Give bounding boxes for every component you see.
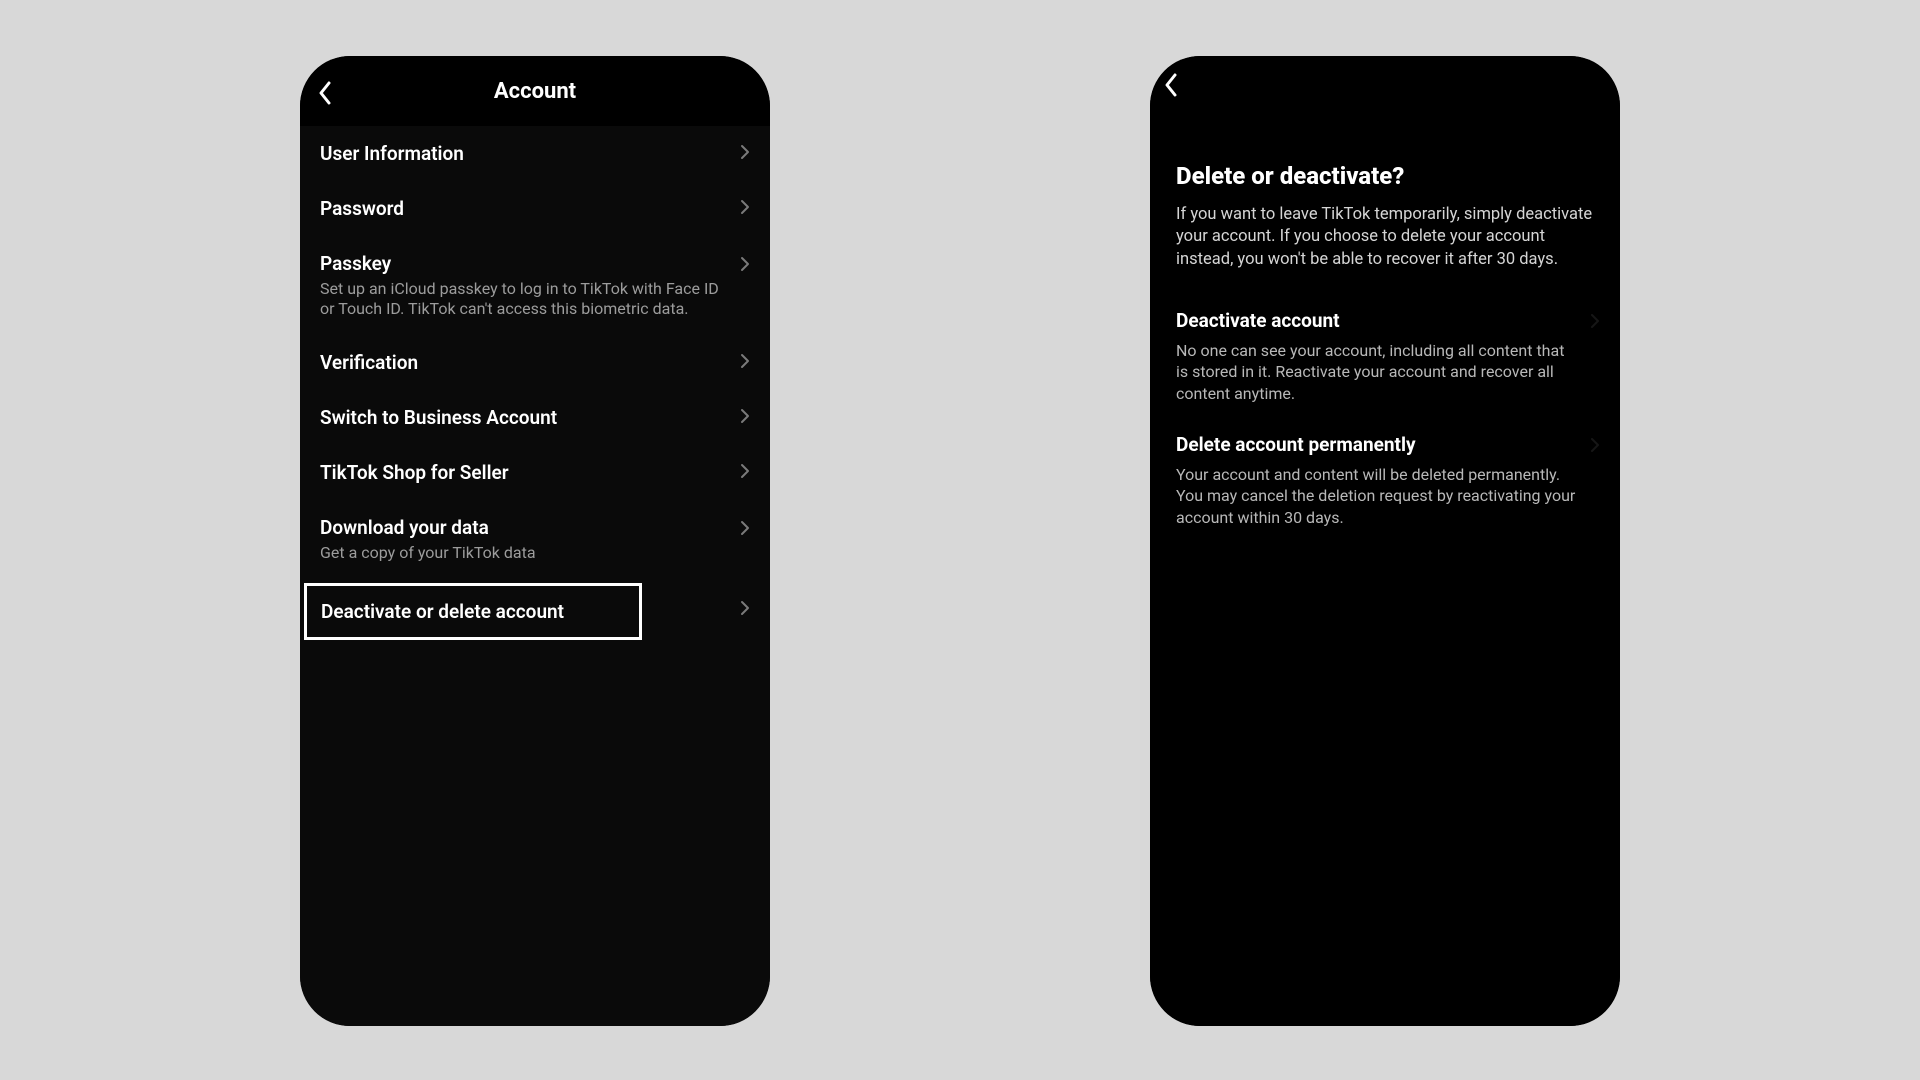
screen-heading: Delete or deactivate?	[1176, 162, 1594, 190]
option-title: Deactivate account	[1176, 309, 1580, 332]
row-label: Download your data	[320, 516, 730, 539]
settings-row-download-data[interactable]: Download your data Get a copy of your Ti…	[300, 500, 770, 579]
row-sublabel: Get a copy of your TikTok data	[320, 543, 730, 563]
row-label: Passkey	[320, 252, 730, 275]
delete-deactivate-screen: Delete or deactivate? If you want to lea…	[1150, 56, 1620, 1026]
row-label: Deactivate or delete account	[321, 600, 625, 623]
intro-text: If you want to leave TikTok temporarily,…	[1176, 204, 1594, 271]
chevron-right-icon	[1590, 313, 1600, 333]
chevron-right-icon	[740, 520, 750, 540]
chevron-right-icon	[740, 256, 750, 276]
option-title: Delete account permanently	[1176, 433, 1580, 456]
chevron-right-icon	[740, 600, 750, 620]
row-label: Switch to Business Account	[320, 406, 730, 429]
content: Delete or deactivate? If you want to lea…	[1150, 106, 1620, 1026]
option-description: Your account and content will be deleted…	[1176, 464, 1580, 529]
row-label: Password	[320, 197, 730, 220]
back-button[interactable]	[310, 78, 340, 108]
chevron-right-icon	[740, 353, 750, 373]
highlight-box: Deactivate or delete account	[304, 583, 642, 640]
option-delete-permanently[interactable]: Delete account permanently Your account …	[1176, 433, 1594, 529]
settings-row-switch-business[interactable]: Switch to Business Account	[300, 390, 770, 445]
settings-row-deactivate-delete[interactable]: Deactivate or delete account	[307, 586, 639, 637]
header: Account	[300, 56, 770, 126]
row-label: Verification	[320, 351, 730, 374]
settings-row-password[interactable]: Password	[300, 181, 770, 236]
option-description: No one can see your account, including a…	[1176, 340, 1580, 405]
settings-row-tiktok-shop[interactable]: TikTok Shop for Seller	[300, 445, 770, 500]
header	[1150, 56, 1620, 106]
row-label: User Information	[320, 142, 730, 165]
chevron-right-icon	[740, 463, 750, 483]
settings-row-passkey[interactable]: Passkey Set up an iCloud passkey to log …	[300, 236, 770, 335]
chevron-right-icon	[740, 199, 750, 219]
chevron-right-icon	[740, 144, 750, 164]
page-title: Account	[494, 79, 576, 104]
chevron-right-icon	[1590, 437, 1600, 457]
chevron-left-icon	[1163, 73, 1179, 97]
settings-row-verification[interactable]: Verification	[300, 335, 770, 390]
row-sublabel: Set up an iCloud passkey to log in to Ti…	[320, 279, 730, 319]
row-label: TikTok Shop for Seller	[320, 461, 730, 484]
settings-row-user-information[interactable]: User Information	[300, 126, 770, 181]
option-deactivate[interactable]: Deactivate account No one can see your a…	[1176, 309, 1594, 405]
settings-list: User Information Password Passkey Set up…	[300, 126, 770, 1026]
chevron-right-icon	[740, 408, 750, 428]
account-settings-screen: Account User Information Password Passke…	[300, 56, 770, 1026]
back-button[interactable]	[1156, 70, 1186, 100]
chevron-left-icon	[317, 81, 333, 105]
